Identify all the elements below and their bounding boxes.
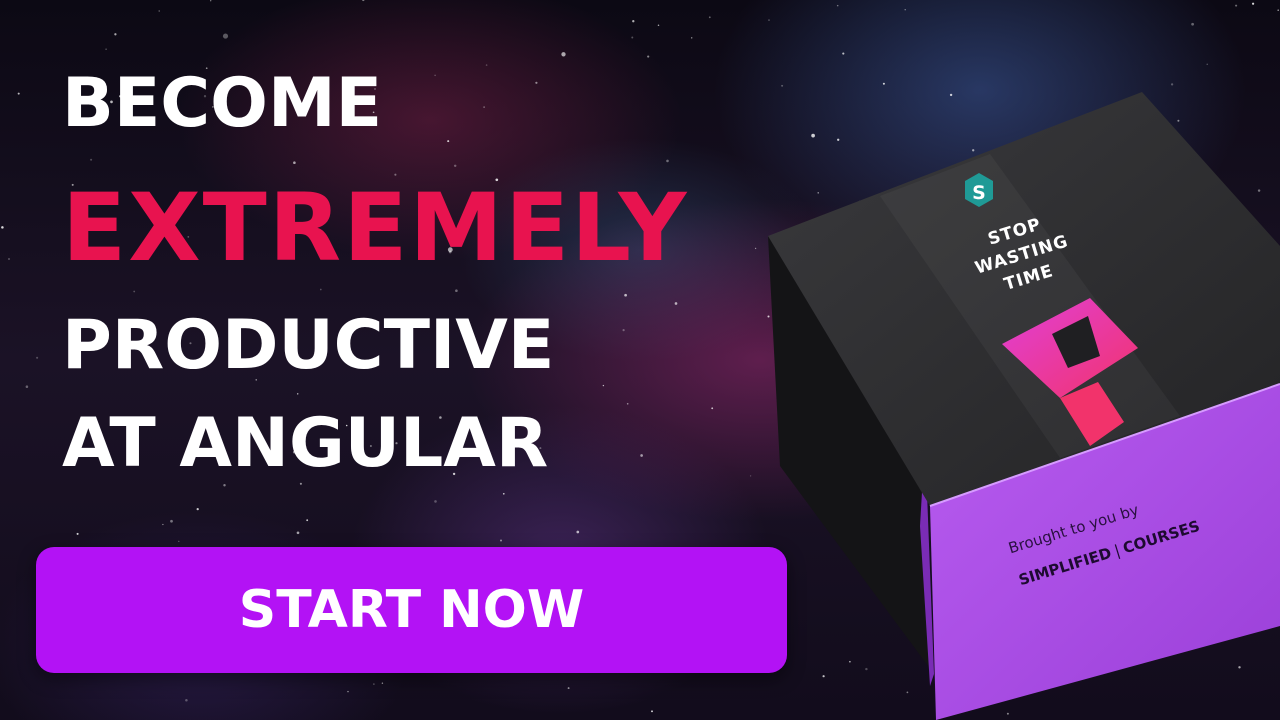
star [133, 290, 136, 293]
star [711, 407, 714, 410]
star [319, 288, 322, 291]
star [162, 523, 164, 526]
star [1251, 2, 1255, 5]
star [1277, 9, 1279, 11]
star [293, 161, 296, 164]
star [657, 24, 660, 27]
star [483, 106, 485, 108]
star [602, 384, 605, 387]
star [640, 454, 643, 457]
headline-productive: PRODUCTIVE [62, 306, 555, 385]
star [453, 164, 457, 168]
star [842, 52, 845, 55]
star [222, 33, 229, 39]
star [196, 507, 199, 511]
star [299, 482, 302, 485]
star [17, 92, 20, 95]
star [296, 531, 300, 535]
star [25, 385, 29, 388]
promo-banner: BECOME EXTREMELY PRODUCTIVE AT ANGULAR S… [0, 0, 1280, 720]
headline-extremely: EXTREMELY [62, 174, 689, 283]
star [373, 683, 375, 685]
headline-at-angular: AT ANGULAR [62, 404, 549, 483]
star [1, 226, 4, 229]
star [631, 36, 634, 39]
star [576, 530, 580, 534]
badge-letter: S [972, 182, 986, 204]
star [306, 519, 309, 522]
star [90, 158, 93, 161]
star [708, 16, 711, 19]
star [836, 4, 839, 7]
star [754, 247, 757, 250]
star [434, 74, 436, 77]
star [500, 539, 502, 542]
star [381, 682, 384, 684]
star [535, 81, 538, 84]
star [178, 540, 180, 542]
star [624, 293, 627, 297]
star [882, 82, 885, 85]
star [1206, 63, 1208, 65]
star [8, 258, 10, 260]
headline-become: BECOME [62, 64, 383, 143]
star [362, 0, 365, 2]
star [36, 356, 39, 359]
star [158, 10, 160, 12]
star [455, 289, 458, 293]
star [170, 519, 173, 523]
star [347, 690, 349, 693]
star [561, 52, 566, 57]
star [114, 33, 117, 36]
star [1191, 22, 1194, 26]
star [749, 475, 752, 477]
star [210, 0, 212, 2]
star [105, 48, 107, 51]
star [434, 500, 437, 503]
star [185, 698, 188, 702]
star [567, 687, 570, 690]
star [904, 9, 906, 11]
course-product-box: S STOP WASTING TIME Brought to you by SI… [760, 86, 1280, 720]
star [768, 19, 770, 21]
star [666, 159, 669, 163]
star [632, 20, 635, 23]
star [447, 140, 450, 143]
star [502, 492, 505, 495]
product-box-illustration [768, 92, 1280, 720]
star [622, 329, 625, 332]
star [1235, 4, 1238, 7]
star [76, 532, 79, 535]
star [674, 302, 678, 305]
star [690, 37, 693, 39]
star [296, 393, 299, 395]
star [223, 484, 226, 487]
star [647, 55, 650, 58]
star [651, 710, 653, 713]
star [626, 403, 629, 405]
star [485, 64, 488, 66]
start-now-button[interactable]: START NOW [36, 547, 787, 673]
